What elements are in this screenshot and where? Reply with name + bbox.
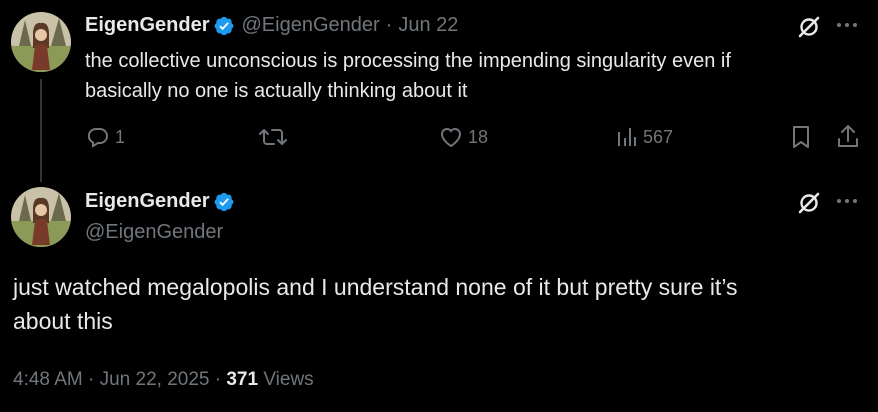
reply-count: 1 xyxy=(115,126,126,147)
more-icon[interactable] xyxy=(836,198,858,204)
separator-dot: · xyxy=(385,14,393,36)
like-icon xyxy=(440,128,462,148)
view-count[interactable]: 371 xyxy=(226,369,258,390)
bookmark-button[interactable] xyxy=(791,125,811,149)
timestamp[interactable]: Jun 22 xyxy=(398,14,458,37)
bookmark-icon xyxy=(793,126,809,148)
handle[interactable]: @EigenGender xyxy=(241,14,379,37)
retweet-icon xyxy=(259,129,287,145)
reply-icon xyxy=(87,127,108,148)
tweet-meta: 4:48 AM · Jun 22, 2025 · 371 Views xyxy=(13,369,314,391)
tweet-text-line: about this xyxy=(13,308,113,334)
like-button[interactable]: 18 xyxy=(439,126,488,148)
share-icon xyxy=(838,125,858,147)
tweet-text: the collective unconscious is processing… xyxy=(85,46,731,106)
reply-button[interactable]: 1 xyxy=(86,125,125,149)
share-button[interactable] xyxy=(836,124,860,150)
grok-icon[interactable] xyxy=(796,14,822,40)
tweet-text-line: the collective unconscious is processing… xyxy=(85,50,731,72)
views-icon xyxy=(618,128,636,146)
timestamp[interactable]: 4:48 AM · Jun 22, 2025 · xyxy=(13,369,221,390)
more-icon[interactable] xyxy=(836,22,858,28)
display-name[interactable]: EigenGender xyxy=(85,14,209,37)
verified-badge-icon[interactable] xyxy=(213,15,235,37)
grok-icon[interactable] xyxy=(796,190,822,216)
tweet-text: just watched megalopolis and I understan… xyxy=(13,270,738,338)
handle[interactable]: @EigenGender xyxy=(85,221,223,244)
like-count: 18 xyxy=(468,126,489,147)
tweet-text-line: just watched megalopolis and I understan… xyxy=(13,274,738,300)
avatar[interactable] xyxy=(11,187,71,247)
thread-line xyxy=(40,79,42,182)
verified-badge-icon[interactable] xyxy=(213,191,235,213)
display-name[interactable]: EigenGender xyxy=(85,190,209,213)
views-label: Views xyxy=(263,369,314,390)
tweet-text-line: basically no one is actually thinking ab… xyxy=(85,80,468,102)
avatar[interactable] xyxy=(11,12,71,72)
view-count: 567 xyxy=(643,126,674,147)
retweet-button[interactable] xyxy=(258,125,288,149)
views-button[interactable]: 567 xyxy=(616,126,673,148)
